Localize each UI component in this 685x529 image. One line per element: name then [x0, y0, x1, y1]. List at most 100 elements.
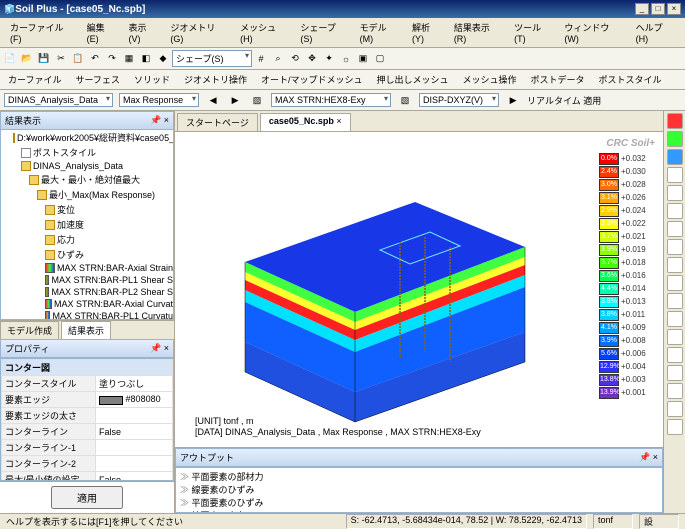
menu-window[interactable]: ウィンドウ(W): [558, 20, 629, 45]
tab-carfile[interactable]: カーファイル: [4, 72, 65, 87]
view-tool-icon[interactable]: [667, 239, 683, 255]
menu-analysis[interactable]: 解析(Y): [406, 20, 448, 45]
menu-model[interactable]: モデル(M): [354, 20, 406, 45]
prev-step-icon[interactable]: ◀: [205, 92, 221, 108]
property-grid[interactable]: コンター図 コンタースタイル塗りつぶし要素エッジ #808080要素エッジの太さ…: [0, 358, 174, 481]
panel-pin-icon[interactable]: 📌 ×: [150, 115, 169, 126]
view-front-icon[interactable]: ▦: [121, 51, 137, 67]
tab-poststyle[interactable]: ポストスタイル: [595, 72, 666, 87]
tab-result-display[interactable]: 結果表示: [61, 321, 111, 339]
apply-button[interactable]: 適用: [51, 486, 123, 509]
analysis-data-dropdown[interactable]: DINAS_Analysis_Data: [4, 93, 113, 107]
tree-strain-item[interactable]: MAX STRN:BAR-Axial Curvat: [54, 299, 173, 309]
tree-disp[interactable]: 変位: [57, 203, 75, 216]
tree-strain-item[interactable]: MAX STRN:BAR-PL1 Curvatu: [52, 311, 173, 320]
tree-poststyle[interactable]: ポストスタイル: [33, 146, 96, 159]
realtime-label[interactable]: リアルタイム 適用: [527, 94, 601, 107]
view-tool-blue-icon[interactable]: [667, 149, 683, 165]
cut-icon[interactable]: ✂: [53, 51, 69, 67]
play-icon[interactable]: ▶: [505, 92, 521, 108]
tab-model-file[interactable]: case05_Nc.spb ×: [260, 113, 351, 131]
view-tool-green-icon[interactable]: [667, 131, 683, 147]
next-step-icon[interactable]: ▶: [227, 92, 243, 108]
contour-icon[interactable]: ▨: [249, 92, 265, 108]
tab-surface[interactable]: サーフェス: [71, 72, 123, 87]
tree-strain-item[interactable]: MAX STRN:BAR-Axial Strain: [57, 263, 173, 273]
view-tool-icon[interactable]: [667, 221, 683, 237]
tab-model-create[interactable]: モデル作成: [0, 321, 59, 339]
menu-tool[interactable]: ツール(T): [508, 20, 558, 45]
maximize-button[interactable]: □: [651, 3, 665, 15]
view-tool-icon[interactable]: [667, 419, 683, 435]
tab-solid[interactable]: ソリッド: [130, 72, 174, 87]
rotate-icon[interactable]: ⟲: [287, 51, 303, 67]
view-tool-red-icon[interactable]: [667, 113, 683, 129]
tab-start-page[interactable]: スタートページ: [177, 113, 258, 131]
menu-result[interactable]: 結果表示(R): [448, 20, 508, 45]
zoom-fit-icon[interactable]: ⌕: [270, 51, 286, 67]
undo-icon[interactable]: ↶: [87, 51, 103, 67]
panel-pin-icon[interactable]: 📌 ×: [639, 452, 658, 463]
view-tool-icon[interactable]: [667, 383, 683, 399]
copy-icon[interactable]: 📋: [70, 51, 86, 67]
tree-analysis[interactable]: DINAS_Analysis_Data: [33, 161, 123, 171]
result-tree[interactable]: D:¥work¥work2005¥総研資料¥case05_Nc ポストスタイル …: [0, 130, 174, 320]
panel-pin-icon[interactable]: 📌 ×: [150, 343, 169, 354]
view-tool-icon[interactable]: [667, 347, 683, 363]
strain-dropdown[interactable]: MAX STRN:HEX8-Exy: [271, 93, 391, 107]
prop-group-header[interactable]: コンター図: [2, 360, 173, 376]
shape-tool-icon[interactable]: ◆: [155, 51, 171, 67]
output-body[interactable]: 平面要素の部材力線要素のひずみ平面要素のひずみ線要素の応力平面要素の応力速度変位: [175, 467, 663, 513]
open-icon[interactable]: 📂: [19, 51, 35, 67]
wire-icon[interactable]: ▢: [372, 51, 388, 67]
view-tool-icon[interactable]: [667, 275, 683, 291]
view-tool-icon[interactable]: [667, 257, 683, 273]
3d-viewport[interactable]: CRC Soil+: [175, 132, 663, 447]
prop-value[interactable]: [96, 456, 173, 472]
pan-icon[interactable]: ✥: [304, 51, 320, 67]
shade-icon[interactable]: ▣: [355, 51, 371, 67]
prop-value[interactable]: [96, 440, 173, 456]
tab-extrude[interactable]: 押し出しメッシュ: [372, 72, 452, 87]
view-tool-icon[interactable]: [667, 401, 683, 417]
tree-stress[interactable]: 応力: [57, 233, 75, 246]
tree-strain-item[interactable]: MAX STRN:BAR-PL1 Shear S: [51, 275, 173, 285]
tree-strain[interactable]: ひずみ: [57, 248, 84, 261]
tree-maxresp[interactable]: 最小_Max(Max Response): [49, 188, 155, 201]
tab-postdata[interactable]: ポストデータ: [527, 72, 589, 87]
minimize-button[interactable]: _: [635, 3, 649, 15]
tree-strain-item[interactable]: MAX STRN:BAR-PL2 Shear S: [51, 287, 173, 297]
view-tool-icon[interactable]: [667, 329, 683, 345]
tab-geomop[interactable]: ジオメトリ操作: [180, 72, 251, 87]
tab-meshop[interactable]: メッシュ操作: [459, 72, 521, 87]
view-tool-icon[interactable]: [667, 185, 683, 201]
menu-view[interactable]: 表示(V): [123, 20, 165, 45]
view-iso-icon[interactable]: ◧: [138, 51, 154, 67]
mesh-icon[interactable]: #: [253, 51, 269, 67]
prop-value[interactable]: False: [96, 472, 173, 482]
view-tool-icon[interactable]: [667, 293, 683, 309]
menu-shape[interactable]: シェープ(S): [294, 20, 353, 45]
menu-geometry[interactable]: ジオメトリ(G): [164, 20, 234, 45]
prop-value[interactable]: #808080: [96, 392, 173, 408]
view-tool-icon[interactable]: [667, 203, 683, 219]
save-icon[interactable]: 💾: [36, 51, 52, 67]
disp-dropdown[interactable]: DISP-DXYZ(V): [419, 93, 499, 107]
view-tool-icon[interactable]: [667, 167, 683, 183]
disp-icon[interactable]: ▧: [397, 92, 413, 108]
axis-icon[interactable]: ✦: [321, 51, 337, 67]
prop-value[interactable]: 塗りつぶし: [96, 376, 173, 392]
new-icon[interactable]: 📄: [2, 51, 18, 67]
redo-icon[interactable]: ↷: [104, 51, 120, 67]
response-dropdown[interactable]: Max Response: [119, 93, 199, 107]
menu-edit[interactable]: 編集(E): [81, 20, 123, 45]
shape-dropdown[interactable]: シェープ(S): [172, 50, 252, 67]
light-icon[interactable]: ☼: [338, 51, 354, 67]
menu-file[interactable]: カーファイル(F): [4, 20, 81, 45]
tree-accel[interactable]: 加速度: [57, 218, 84, 231]
view-tool-icon[interactable]: [667, 311, 683, 327]
view-tool-icon[interactable]: [667, 365, 683, 381]
prop-value[interactable]: [96, 408, 173, 424]
tree-root[interactable]: D:¥work¥work2005¥総研資料¥case05_Nc: [17, 131, 174, 144]
tab-automesh[interactable]: オート/マップドメッシュ: [257, 72, 367, 87]
